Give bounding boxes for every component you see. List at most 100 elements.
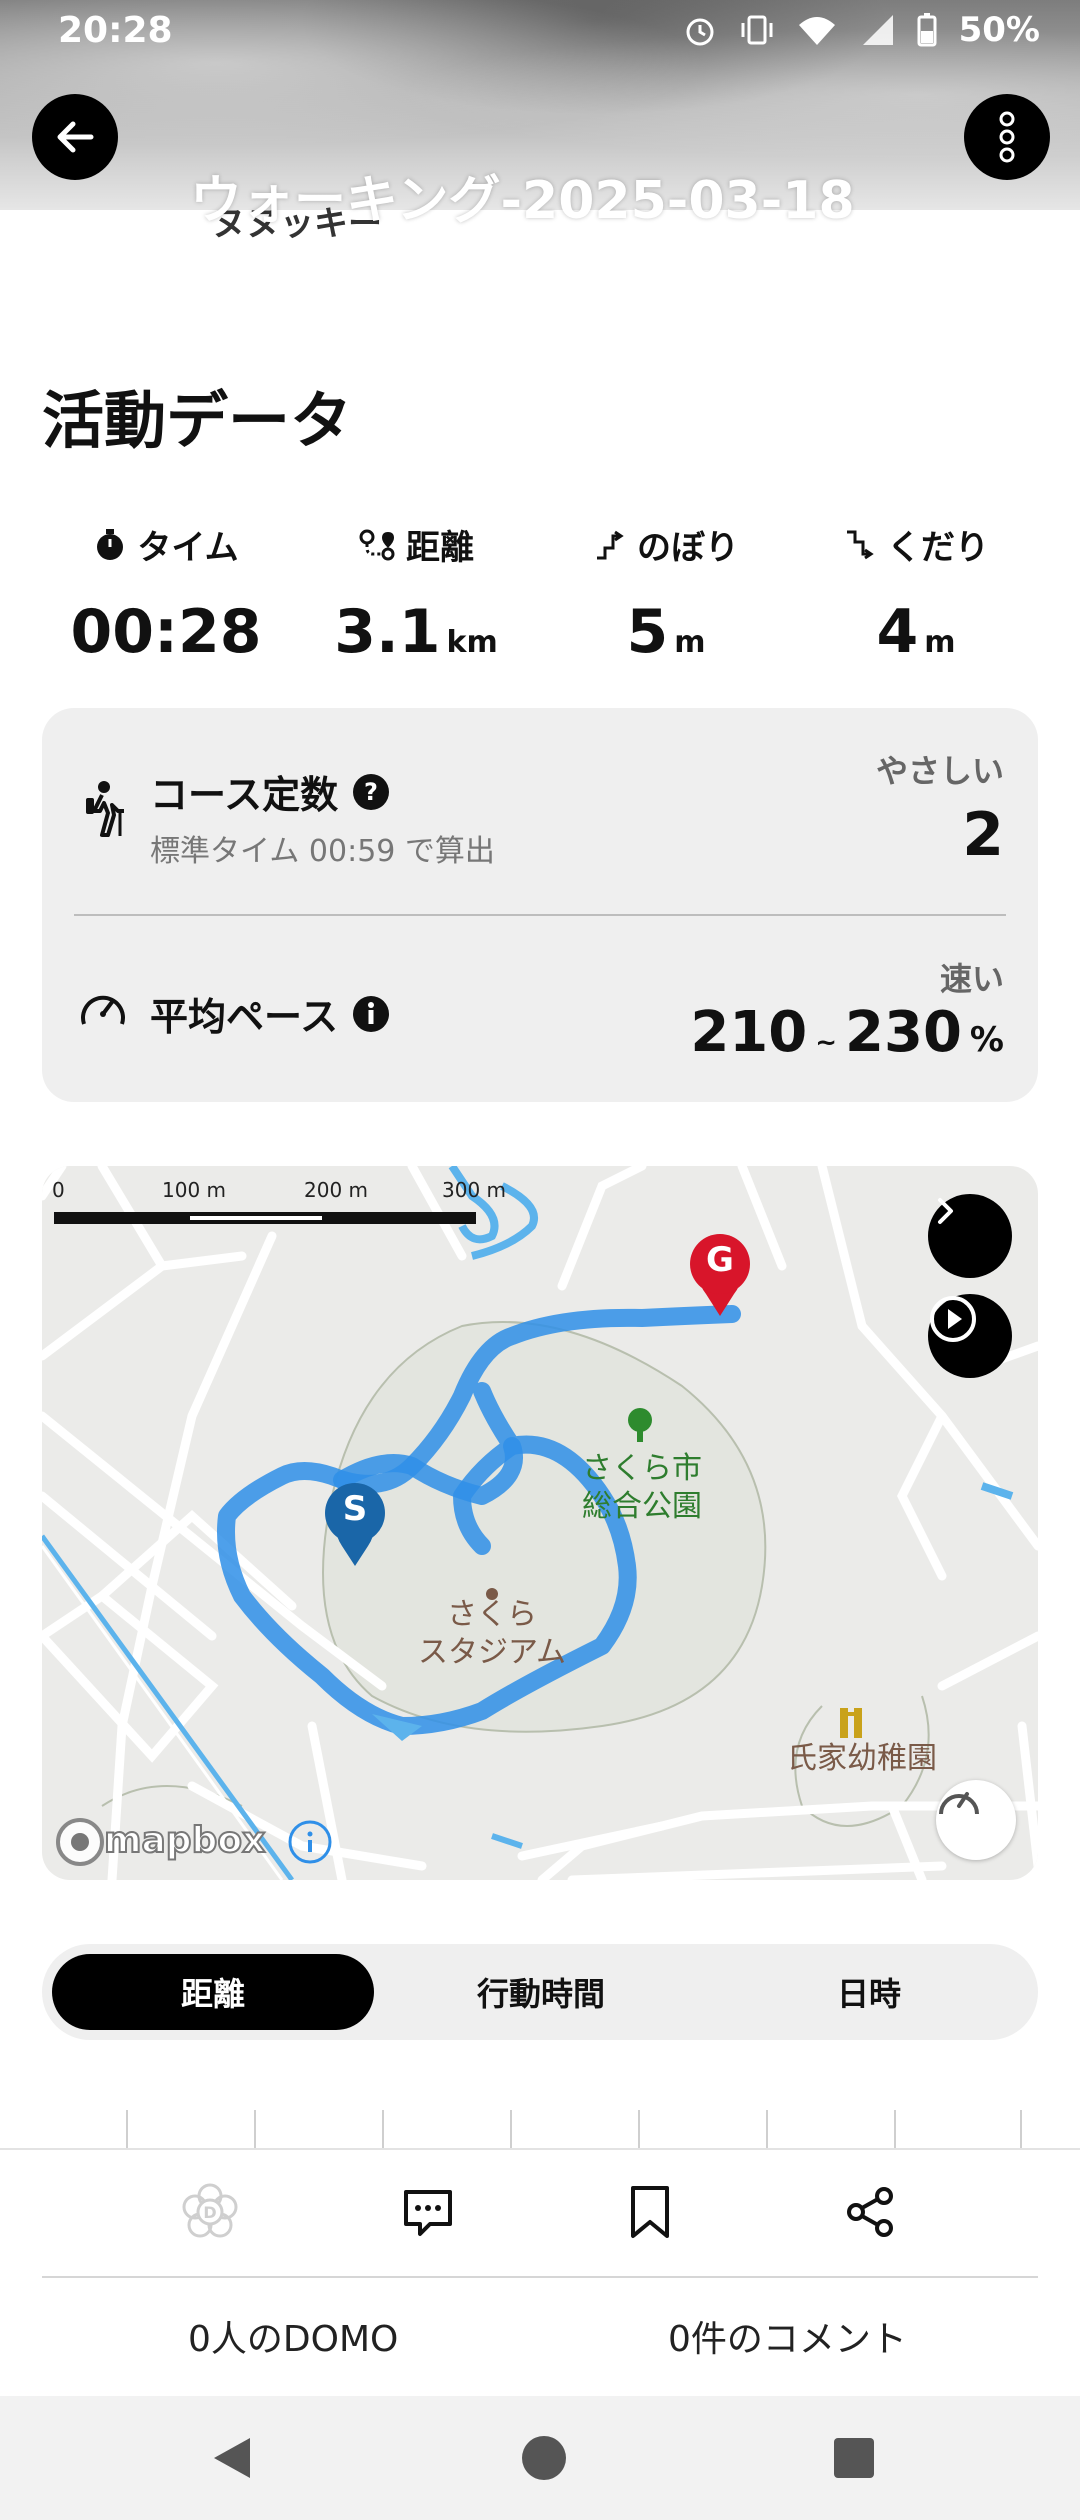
arrow-left-icon bbox=[57, 121, 94, 153]
scale-label-200: 200 m bbox=[304, 1178, 369, 1202]
scale-label-300: 300 m bbox=[442, 1178, 507, 1202]
page-title: ウォーキング-2025-03-18 bbox=[190, 171, 855, 231]
share-icon bbox=[847, 2187, 893, 2237]
stopwatch-icon bbox=[97, 528, 124, 560]
stat-ascent: のぼり 5m bbox=[546, 520, 786, 667]
tab-date-time[interactable]: 日時 bbox=[708, 1954, 1030, 2030]
bookmark-button[interactable] bbox=[618, 2180, 682, 2244]
kindergarten-name: 氏家幼稚園 bbox=[787, 1741, 937, 1776]
pace-min: 210 bbox=[690, 1000, 808, 1065]
stat-descent: くだり 4m bbox=[796, 520, 1036, 667]
map-play-button[interactable] bbox=[928, 1294, 1012, 1378]
battery-percent: 50% bbox=[958, 10, 1040, 50]
course-constant-sub: 標準タイム 00:59 で算出 bbox=[150, 834, 495, 869]
status-icons: 50% bbox=[683, 10, 1040, 50]
chevron-right-icon bbox=[938, 1198, 953, 1224]
tab-distance[interactable]: 距離 bbox=[52, 1954, 374, 2030]
stat-time: タイム 00:28 bbox=[46, 520, 286, 667]
hiker-icon bbox=[86, 781, 124, 837]
map-expand-button[interactable] bbox=[928, 1194, 1012, 1278]
ascent-icon bbox=[597, 530, 624, 559]
chart-tick bbox=[382, 2110, 384, 2148]
section-title: 活動データ bbox=[42, 384, 353, 457]
chart-tick bbox=[1020, 2110, 1022, 2148]
nav-home-button[interactable] bbox=[514, 2428, 574, 2488]
bookmark-icon bbox=[631, 2186, 669, 2238]
action-divider bbox=[42, 2276, 1038, 2278]
svg-text:D: D bbox=[203, 2203, 216, 2222]
navigation-bar bbox=[0, 2396, 1080, 2520]
social-action-bar bbox=[0, 2148, 1080, 2398]
stadium-name: さくら スタジアム bbox=[418, 1597, 566, 1670]
vibrate-icon bbox=[741, 15, 773, 45]
chart-tick bbox=[126, 2110, 128, 2148]
map-pace-button[interactable] bbox=[936, 1780, 1016, 1860]
nav-back-button[interactable] bbox=[202, 2428, 262, 2488]
difficulty-label: やさしい bbox=[875, 752, 1004, 790]
average-pace-label: 平均ペース bbox=[150, 986, 390, 1041]
play-icon bbox=[930, 1296, 976, 1342]
signal-icon bbox=[862, 15, 893, 45]
scale-label-100: 100 m bbox=[162, 1178, 227, 1202]
speedometer-icon bbox=[939, 1792, 979, 1815]
domo-flower-icon: D bbox=[182, 2183, 238, 2238]
chart-tick bbox=[638, 2110, 640, 2148]
route-map[interactable]: 0 100 m 200 m 300 m さくら市 総合公園 さくら スタジアム … bbox=[42, 1166, 1038, 1880]
stat-ascent-value: 5 bbox=[626, 597, 669, 667]
course-card: コース定数 ? 標準タイム 00:59 で算出 やさしい 2 平均ペース 速い … bbox=[42, 708, 1038, 1102]
start-marker-label: S bbox=[342, 1489, 368, 1529]
nav-recents-icon bbox=[834, 2438, 874, 2478]
average-pace-text: 平均ペース bbox=[150, 995, 339, 1039]
descent-icon bbox=[847, 530, 874, 559]
stat-descent-unit: m bbox=[924, 625, 956, 660]
battery-icon bbox=[917, 13, 937, 47]
alarm-icon bbox=[686, 18, 714, 46]
chart-tick bbox=[510, 2110, 512, 2148]
domo-button[interactable]: D bbox=[178, 2180, 242, 2244]
more-options-button[interactable] bbox=[964, 94, 1050, 180]
chart-tick bbox=[254, 2110, 256, 2148]
nav-back-icon bbox=[214, 2438, 250, 2478]
course-constant-label: コース定数 ? bbox=[150, 764, 390, 819]
comment-icon bbox=[404, 2190, 452, 2236]
pace-separator: ~ bbox=[815, 1028, 838, 1058]
card-divider bbox=[74, 914, 1006, 916]
scale-label-0: 0 bbox=[52, 1178, 65, 1202]
nav-recents-button[interactable] bbox=[824, 2428, 884, 2488]
speedometer-icon bbox=[81, 995, 125, 1025]
help-icon[interactable]: ? bbox=[352, 773, 390, 811]
more-vertical-icon bbox=[999, 111, 1015, 163]
share-button[interactable] bbox=[838, 2180, 902, 2244]
stat-descent-value: 4 bbox=[876, 597, 919, 667]
back-button[interactable] bbox=[32, 94, 118, 180]
svg-text:?: ? bbox=[364, 778, 378, 806]
stat-descent-label: くだり bbox=[887, 528, 989, 568]
chart-tick bbox=[766, 2110, 768, 2148]
comment-button[interactable] bbox=[396, 2180, 460, 2244]
course-constant-value: 2 bbox=[962, 800, 1004, 870]
status-time: 20:28 bbox=[58, 10, 173, 51]
stat-distance-value: 3.1 bbox=[334, 597, 441, 667]
stat-time-value: 00:28 bbox=[70, 597, 262, 667]
stat-time-label: タイム bbox=[137, 528, 239, 568]
stat-ascent-label: のぼり bbox=[637, 528, 739, 568]
domo-count[interactable]: 0人のDOMO bbox=[188, 2310, 398, 2362]
stat-distance: 距離 3.1 km bbox=[296, 520, 536, 667]
stat-distance-label: 距離 bbox=[406, 528, 474, 568]
nav-home-icon bbox=[522, 2436, 566, 2480]
park-name: さくら市 総合公園 bbox=[582, 1451, 702, 1524]
pace-max: 230 bbox=[845, 1000, 962, 1065]
comment-count[interactable]: 0件のコメント bbox=[668, 2310, 907, 2362]
route-pin-icon bbox=[359, 529, 395, 560]
stat-ascent-unit: m bbox=[674, 625, 706, 660]
info-icon[interactable] bbox=[352, 995, 390, 1033]
wifi-icon bbox=[798, 17, 835, 45]
tab-moving-time[interactable]: 行動時間 bbox=[380, 1954, 702, 2030]
pace-range: 210 ~230% bbox=[690, 1000, 1004, 1065]
pace-unit: % bbox=[969, 1020, 1004, 1060]
mapbox-attribution[interactable]: mapbox bbox=[103, 1821, 284, 1861]
kindergarten-icon bbox=[840, 1708, 862, 1738]
pace-level-label: 速い bbox=[939, 960, 1004, 998]
chart-tick bbox=[894, 2110, 896, 2148]
course-constant-text: コース定数 bbox=[150, 773, 339, 817]
